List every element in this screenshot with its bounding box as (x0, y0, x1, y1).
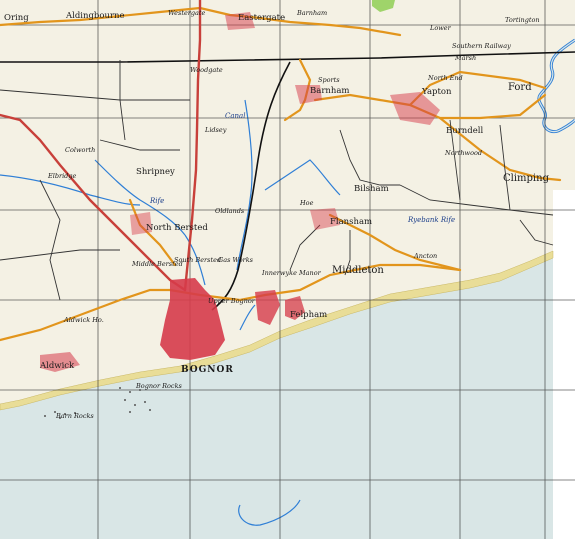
label-oring: Oring (4, 13, 29, 23)
label-ford: Ford (508, 82, 532, 93)
label-bilsham: Bilsham (354, 184, 389, 194)
label-burndell: Burndell (446, 126, 483, 136)
label-aldingbourne: Aldingbourne (65, 11, 125, 21)
label-woodgate: Woodgate (190, 66, 223, 74)
map-canvas[interactable]: Oring Aldingbourne Westergate Eastergate… (0, 0, 575, 539)
label-bognor-rocks: Bognor Rocks (135, 382, 183, 390)
label-northwood: Northwood (444, 149, 482, 157)
label-marsh: Marsh (454, 54, 476, 62)
label-colworth: Colworth (65, 146, 95, 154)
label-gas-works: Gas Works (218, 256, 254, 264)
label-oldlands: Oldlands (215, 207, 245, 215)
label-climping: Climping (503, 173, 550, 184)
label-bognor: BOGNOR (181, 365, 234, 375)
label-sports: Sports (318, 76, 340, 84)
label-ancton: Ancton (413, 252, 437, 260)
label-elbridge: Elbridge (47, 172, 76, 180)
label-barnham-top: Barnham (296, 9, 327, 17)
label-south-bersted: South Bersted (174, 256, 221, 264)
label-lower: Lower (429, 24, 452, 32)
label-hoe: Hoe (299, 199, 314, 207)
label-southern-railway: Southern Railway (452, 42, 511, 50)
label-barnham: Barnham (310, 86, 349, 96)
right-margin (553, 190, 575, 539)
label-eastergate: Eastergate (238, 13, 285, 23)
label-felpham: Felpham (290, 310, 327, 320)
label-tortington: Tortington (505, 16, 540, 24)
label-barn-rocks: Barn Rocks (55, 412, 94, 420)
label-aldwick: Aldwick (39, 361, 75, 371)
label-westergate: Westergate (168, 9, 206, 17)
label-aldwick-ho: Aldwick Ho. (63, 316, 104, 324)
label-canal: Canal (225, 112, 245, 120)
label-shripney: Shripney (136, 167, 175, 177)
label-upper-bognor: Upper Bognor (208, 297, 256, 305)
label-north-end: North End (427, 74, 463, 82)
label-middleton: Middleton (332, 265, 384, 276)
label-north-bersted: North Bersted (146, 223, 208, 233)
label-ryebank-rife: Ryebank Rife (407, 216, 455, 224)
label-lidsey: Lidsey (204, 126, 227, 134)
label-rife: Rife (149, 197, 164, 205)
label-innerwyke-manor: Innerwyke Manor (261, 269, 322, 277)
label-yapton: Yapton (421, 87, 452, 97)
map-frame[interactable]: Oring Aldingbourne Westergate Eastergate… (0, 0, 575, 539)
label-flansham: Flansham (330, 217, 372, 227)
